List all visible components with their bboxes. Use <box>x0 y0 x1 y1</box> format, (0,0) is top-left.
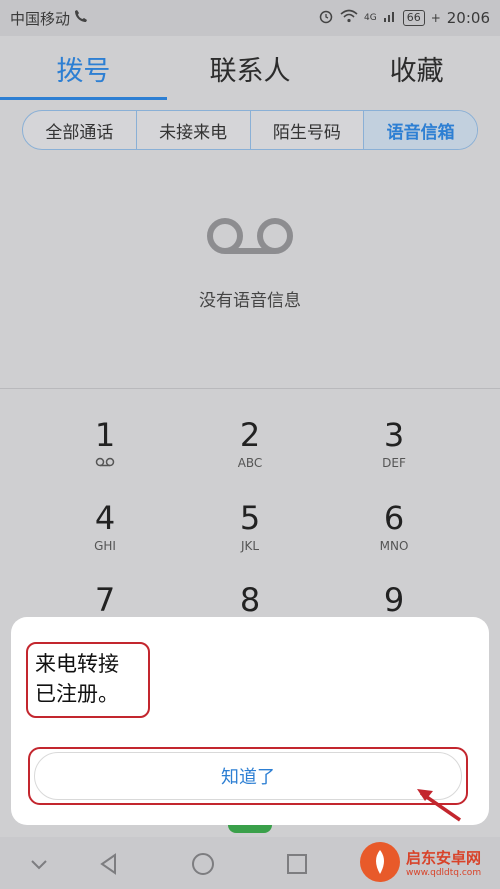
empty-voicemail-text: 没有语音信息 <box>199 291 301 311</box>
filter-missed-calls[interactable]: 未接来电 <box>137 111 251 149</box>
clock-time: 20:06 <box>446 9 490 27</box>
watermark-name: 启东安卓网 <box>406 848 482 867</box>
key-digit: 2 <box>239 416 261 454</box>
key-digit: 9 <box>383 581 405 619</box>
key-8[interactable]: 8 <box>190 580 310 620</box>
phone-call-icon <box>74 9 88 27</box>
key-1[interactable]: 1 <box>45 415 165 471</box>
key-3[interactable]: 3 DEF <box>334 415 454 471</box>
back-icon[interactable] <box>96 851 122 877</box>
voicemail-icon <box>207 218 293 254</box>
key-digit: 7 <box>94 581 116 619</box>
status-bar: 中国移动 4G 66 + 20:06 <box>0 0 500 36</box>
site-watermark: 启东安卓网 www.qdldtq.com <box>360 839 492 885</box>
top-tabs: 拨号 联系人 收藏 <box>0 36 500 100</box>
filter-all-calls[interactable]: 全部通话 <box>23 111 137 149</box>
dialog-message-line2: 已注册。 <box>35 682 119 706</box>
key-digit: 5 <box>239 499 261 537</box>
key-digit: 4 <box>94 499 116 537</box>
recents-icon[interactable] <box>284 851 310 877</box>
dialog-message: 来电转接 已注册。 <box>35 649 119 709</box>
voicemail-key-icon <box>45 455 165 471</box>
network-type-label: 4G <box>364 13 377 23</box>
hide-nav-chevron-down-icon[interactable] <box>26 851 52 877</box>
filter-unknown-numbers[interactable]: 陌生号码 <box>251 111 365 149</box>
voicemail-empty-state <box>0 150 500 388</box>
watermark-logo-icon <box>360 842 400 882</box>
key-9[interactable]: 9 <box>334 580 454 620</box>
call-button-peek <box>228 825 272 833</box>
key-letters: GHI <box>94 539 116 553</box>
battery-indicator: 66 <box>402 10 425 26</box>
watermark-url: www.qdldtq.com <box>406 867 482 878</box>
charging-icon: + <box>430 11 441 25</box>
key-digit: 1 <box>94 416 116 454</box>
key-letters: MNO <box>379 539 409 553</box>
key-letters: DEF <box>382 456 406 470</box>
key-5[interactable]: 5 JKL <box>190 498 310 554</box>
key-digit: 8 <box>239 581 261 619</box>
key-letters: ABC <box>237 456 263 470</box>
signal-icon <box>383 9 397 27</box>
key-4[interactable]: 4 GHI <box>45 498 165 554</box>
key-digit: 3 <box>383 416 405 454</box>
wifi-icon <box>340 9 358 27</box>
annotation-arrow-icon <box>417 789 461 822</box>
alarm-icon <box>318 8 334 28</box>
filter-voicemail[interactable]: 语音信箱 <box>364 111 477 149</box>
key-digit: 6 <box>383 499 405 537</box>
tab-favorites[interactable]: 收藏 <box>333 36 500 100</box>
key-7[interactable]: 7 <box>45 580 165 620</box>
divider <box>0 388 500 389</box>
tab-dial[interactable]: 拨号 <box>0 36 167 100</box>
key-6[interactable]: 6 MNO <box>334 498 454 554</box>
carrier-label: 中国移动 <box>10 9 71 28</box>
home-icon[interactable] <box>190 851 216 877</box>
key-2[interactable]: 2 ABC <box>190 415 310 471</box>
tab-contacts[interactable]: 联系人 <box>167 36 334 100</box>
dialog-message-line1: 来电转接 <box>35 652 119 676</box>
got-it-button[interactable]: 知道了 <box>34 752 462 800</box>
key-letters: JKL <box>240 539 260 553</box>
call-filter-segments: 全部通话 未接来电 陌生号码 语音信箱 <box>22 110 478 150</box>
